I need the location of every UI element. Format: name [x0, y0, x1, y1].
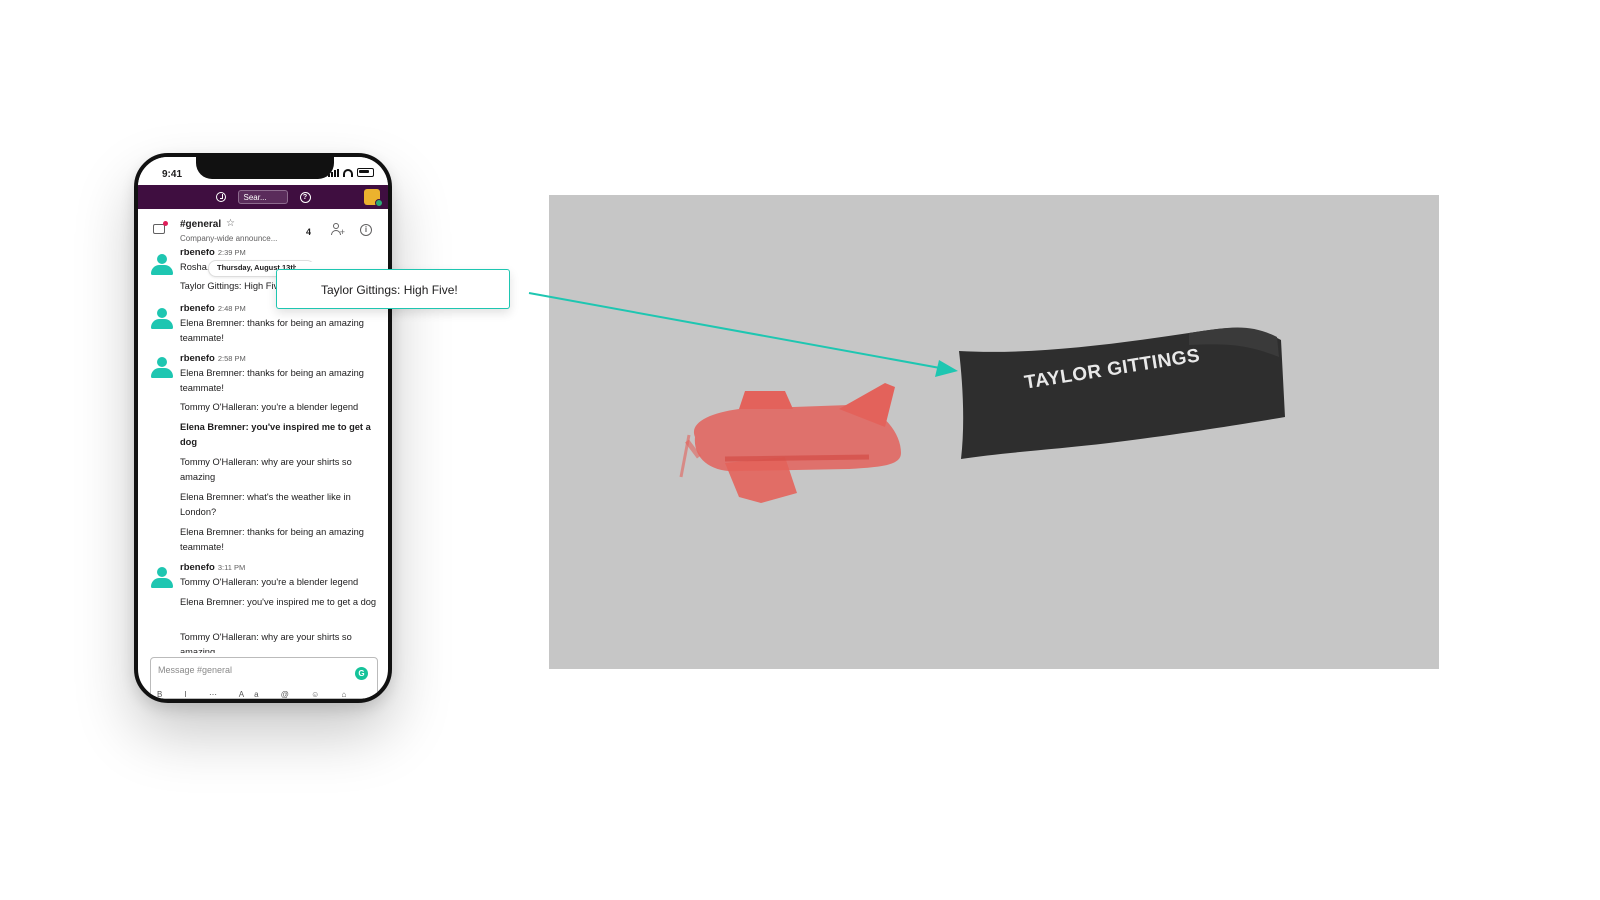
- message-text: Elena Bremner: what's the weather like i…: [180, 492, 351, 517]
- airplane-illustration: [679, 383, 901, 503]
- history-clock-icon[interactable]: [215, 192, 226, 202]
- help-icon[interactable]: ?: [299, 191, 311, 203]
- message-text: Tommy O'Halleran: you're a blender legen…: [180, 577, 359, 587]
- user-avatar[interactable]: [364, 189, 383, 207]
- phone-mockup: 9:41 Sear... ? #general ☆ Company-wide a…: [134, 153, 392, 703]
- slack-top-bar: Sear... ?: [138, 185, 388, 209]
- message-text: Tommy O'Halleran: you're a blender legen…: [180, 402, 359, 412]
- message-time: 2:48 PM: [217, 304, 246, 313]
- status-time: 9:41: [162, 169, 183, 180]
- message-author[interactable]: rbenefo: [180, 353, 215, 364]
- message-item: Elena Bremner: you've inspired me to get…: [180, 595, 380, 610]
- message-text: Elena Bremner: you've inspired me to get…: [180, 597, 377, 607]
- message-item: Elena Bremner: you've inspired me to get…: [180, 420, 380, 450]
- message-time: 2:39 PM: [217, 249, 246, 257]
- member-count[interactable]: 4: [306, 227, 311, 237]
- message-avatar[interactable]: [150, 307, 174, 331]
- sidebar-toggle-icon[interactable]: [153, 221, 168, 234]
- message-author[interactable]: rbenefo: [180, 562, 215, 573]
- highlight-callout: Taylor Gittings: High Five!: [276, 269, 510, 309]
- message-text: Taylor Gittings: High Five!: [180, 281, 286, 291]
- message-text: Tommy O'Halleran: why are your shirts so…: [180, 632, 352, 653]
- grammarly-icon[interactable]: G: [355, 667, 368, 680]
- message-item: Elena Bremner: thanks for being an amazi…: [180, 525, 380, 555]
- message-author[interactable]: rbenefo: [180, 303, 215, 314]
- phone-notch: [196, 157, 334, 179]
- banner-flag: [959, 327, 1285, 459]
- scene-illustration: [679, 327, 1285, 503]
- message-item: rbenefo 3:11 PM Tommy O'Halleran: you're …: [180, 560, 380, 590]
- wifi-icon: [343, 168, 353, 177]
- message-text: Elena Bremner: thanks for being an amazi…: [180, 318, 364, 328]
- message-avatar[interactable]: [150, 566, 174, 590]
- channel-header: #general ☆ Company-wide announce... 4 + …: [138, 209, 388, 250]
- message-text: teammate!: [180, 383, 224, 393]
- message-time: 3:11 PM: [217, 563, 246, 572]
- message-text: Elena Bremner: you've inspired me to get…: [180, 422, 371, 447]
- message-author[interactable]: rbenefo: [180, 249, 215, 258]
- channel-description: Company-wide announce...: [180, 234, 278, 243]
- message-text: Elena Bremner: thanks for being an amazi…: [180, 368, 364, 378]
- message-time: 2:58 PM: [217, 354, 246, 363]
- message-text: teammate!: [180, 333, 224, 343]
- status-icons: [328, 168, 374, 177]
- add-user-icon[interactable]: +: [331, 223, 345, 237]
- star-icon[interactable]: ☆: [226, 218, 235, 229]
- message-avatar[interactable]: [150, 356, 174, 380]
- message-input[interactable]: Message #general: [158, 665, 232, 675]
- message-item: Tommy O'Halleran: you're a blender legen…: [180, 400, 380, 415]
- render-preview: TAYLOR GITTINGS: [549, 195, 1439, 669]
- message-text: Tommy O'Halleran: why are your shirts so…: [180, 457, 352, 482]
- search-input[interactable]: Sear...: [237, 190, 288, 204]
- battery-icon: [357, 168, 374, 177]
- format-toolbar[interactable]: B I ⋯ Aa @ ☺ ⌂: [157, 690, 356, 699]
- message-avatar[interactable]: [150, 253, 174, 277]
- channel-name[interactable]: #general: [180, 219, 221, 230]
- message-item: Tommy O'Halleran: why are your shirts so…: [180, 630, 380, 653]
- info-icon[interactable]: i: [360, 224, 372, 236]
- message-item: Elena Bremner: what's the weather like i…: [180, 490, 380, 520]
- message-item: rbenefo 2:58 PM Elena Bremner: thanks for…: [180, 351, 380, 396]
- message-item: Tommy O'Halleran: why are your shirts so…: [180, 455, 380, 485]
- message-composer[interactable]: Message #general G B I ⋯ Aa @ ☺ ⌂: [150, 657, 378, 699]
- message-text: Elena Bremner: thanks for being an amazi…: [180, 527, 364, 552]
